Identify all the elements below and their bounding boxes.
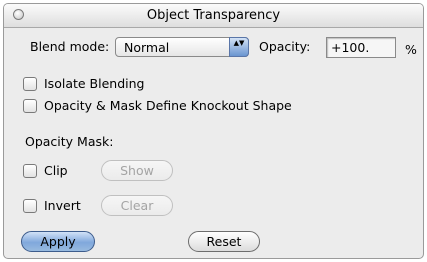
blend-mode-label: Blend mode: <box>30 39 110 54</box>
invert-checkbox[interactable] <box>23 199 37 213</box>
isolate-blending-checkbox[interactable] <box>23 77 37 91</box>
apply-button[interactable]: Apply <box>21 231 95 252</box>
window-title: Object Transparency <box>146 8 281 23</box>
opacity-label: Opacity: <box>259 39 311 54</box>
show-button[interactable]: Show <box>101 160 173 181</box>
opacity-mask-heading: Opacity Mask: <box>25 134 114 149</box>
object-transparency-dialog: Object Transparency Blend mode: Normal ▲… <box>3 3 424 259</box>
title-bar[interactable]: Object Transparency <box>4 4 423 28</box>
reset-button[interactable]: Reset <box>188 231 260 252</box>
opacity-value: +100. <box>331 40 370 55</box>
blend-mode-value: Normal <box>124 40 170 55</box>
knockout-shape-label[interactable]: Opacity & Mask Define Knockout Shape <box>44 98 292 113</box>
updown-arrows-icon: ▲▼ <box>229 37 249 57</box>
invert-label[interactable]: Invert <box>44 198 81 213</box>
knockout-shape-checkbox[interactable] <box>23 99 37 113</box>
clip-label[interactable]: Clip <box>44 163 68 178</box>
opacity-unit: % <box>405 42 417 57</box>
clear-button[interactable]: Clear <box>101 195 173 216</box>
isolate-blending-label[interactable]: Isolate Blending <box>44 76 144 91</box>
clip-checkbox[interactable] <box>23 164 37 178</box>
blend-mode-select[interactable]: Normal ▲▼ <box>115 37 249 57</box>
opacity-input[interactable]: +100. <box>326 37 396 58</box>
